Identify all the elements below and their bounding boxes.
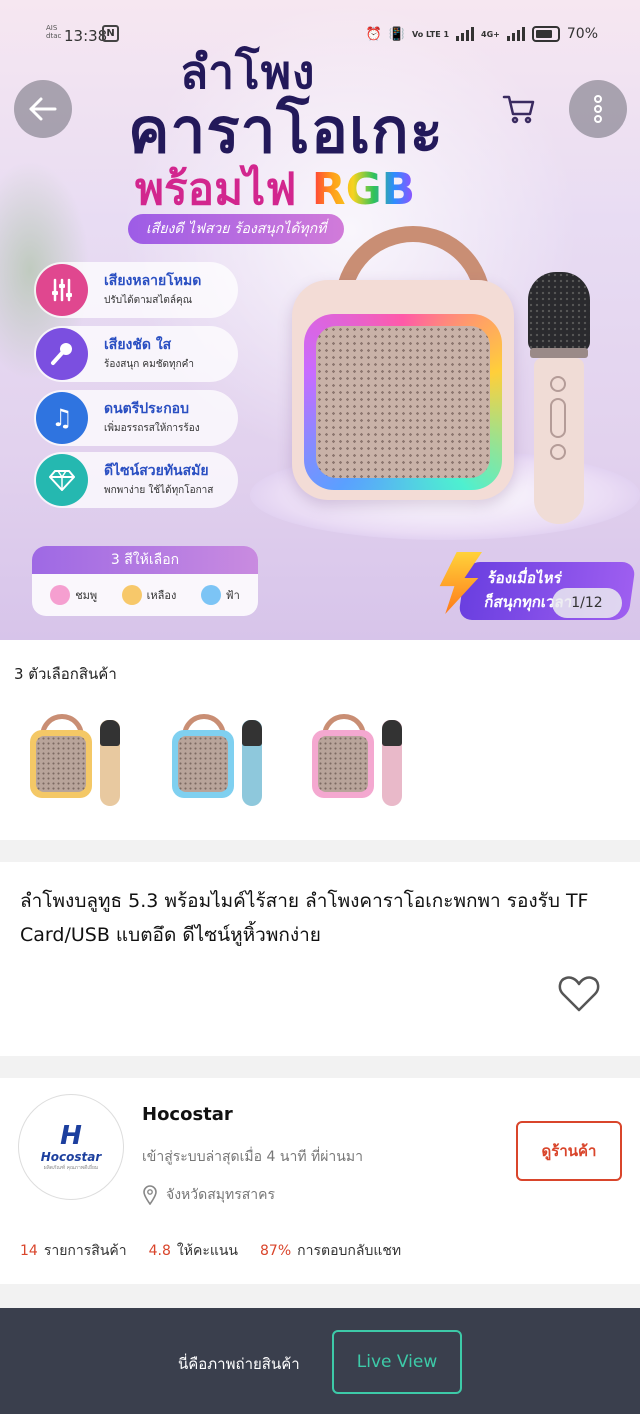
feature-item: เสียงชัด ใส ร้องสนุก คมชัดทุกคำ <box>34 326 238 382</box>
color-swatch <box>200 585 221 605</box>
back-arrow-icon <box>29 97 57 121</box>
diamond-icon <box>36 454 88 506</box>
back-button[interactable] <box>14 80 72 138</box>
shop-stat-value: 4.8 <box>148 1243 171 1259</box>
favorite-button[interactable] <box>558 974 600 1014</box>
feature-item: เสียงหลายโหมด ปรับได้ตามสไตล์คุณ <box>34 262 238 318</box>
promo-line1: ร้องเมื่อไหร่ <box>486 569 563 587</box>
live-view-button[interactable]: Live View <box>332 1330 462 1394</box>
shop-logo-subtext: ผลิตภัณฑ์ คุณภาพดีเยี่ยม <box>43 1165 99 1171</box>
signal-icon <box>456 27 475 41</box>
heart-icon <box>558 976 600 1012</box>
feature-subtitle: ร้องสนุก คมชัดทุกคำ <box>104 359 194 370</box>
variant-speaker <box>312 730 374 798</box>
color-option: ฟ้า <box>200 585 240 605</box>
variant-thumbnail-blue[interactable] <box>166 710 276 820</box>
feature-title: เสียงชัด ใส <box>104 337 172 353</box>
battery-percent: 70% <box>566 26 598 42</box>
equalizer-icon <box>36 264 88 316</box>
variant-mic <box>382 720 402 806</box>
shop-logo[interactable]: H Hocostar ผลิตภัณฑ์ คุณภาพดีเยี่ยม <box>18 1094 124 1200</box>
hero-title-prefix: พร้อมไฟ <box>135 164 297 215</box>
color-swatch <box>121 585 142 605</box>
feature-title: เสียงหลายโหมด <box>104 273 202 289</box>
variant-thumbnail-pink[interactable] <box>306 710 416 820</box>
network-label: 4G+ <box>481 29 500 39</box>
feature-subtitle: เพิ่มอรรถรสให้การร้อง <box>104 423 200 434</box>
variant-speaker <box>172 730 234 798</box>
battery-icon <box>531 26 560 42</box>
feature-item: ดีไซน์สวยทันสมัย พกพาง่าย ใช้ได้ทุกโอกาส <box>34 452 238 508</box>
feature-item: ♫ ดนตรีประกอบ เพิ่มอรรถรสให้การร้อง <box>34 390 238 446</box>
carrier-label: AIS dtac <box>46 24 62 40</box>
product-title-section: ลำโพงบลูทูธ 5.3 พร้อมไมค์ไร้สาย ลำโพงคาร… <box>0 862 640 1056</box>
color-options-box: 3 สีให้เลือก ชมพู เหลือง ฟ้า <box>32 546 258 616</box>
shop-section: H Hocostar ผลิตภัณฑ์ คุณภาพดีเยี่ยม Hoco… <box>0 1078 640 1284</box>
more-options-button[interactable] <box>569 80 627 138</box>
status-bar: AIS dtac 13:38 N ⏰ 📳 Vo LTE 1 4G+ 70% <box>0 22 640 52</box>
variant-section: 3 ตัวเลือกสินค้า <box>0 640 640 840</box>
signal-icon-2 <box>506 27 525 41</box>
product-image-carousel[interactable]: AIS dtac 13:38 N ⏰ 📳 Vo LTE 1 4G+ 70% ลำ… <box>0 0 640 640</box>
image-counter: 1/12 <box>552 588 622 618</box>
more-vertical-icon <box>594 95 602 123</box>
microphone-icon <box>36 328 88 380</box>
feature-subtitle: ปรับได้ตามสไตล์คุณ <box>104 295 193 306</box>
shop-stat: 87% การตอบกลับแชท <box>260 1240 401 1262</box>
visit-shop-button[interactable]: ดูร้านค้า <box>516 1121 622 1181</box>
shop-stat-value: 14 <box>20 1243 38 1259</box>
nfc-icon: N <box>102 25 119 42</box>
rgb-light-ring <box>304 314 502 490</box>
shop-name[interactable]: Hocostar <box>142 1104 233 1125</box>
speaker-illustration <box>292 280 514 500</box>
cart-icon <box>502 95 535 124</box>
shop-location: จังหวัดสมุทรสาคร <box>142 1184 275 1206</box>
vibrate-icon: 📳 <box>388 26 405 42</box>
shop-stats: 14 รายการสินค้า 4.8 ให้คะแนน 87% การตอบกลับ… <box>20 1240 401 1262</box>
variant-speaker <box>30 730 92 798</box>
color-option-label: ชมพู <box>75 589 98 602</box>
hero-title-rgb: RGB <box>311 164 416 215</box>
color-option-label: ฟ้า <box>225 589 240 602</box>
volte-label: Vo LTE 1 <box>411 29 450 39</box>
feature-title: ดนตรีประกอบ <box>104 401 189 417</box>
feature-title: ดีไซน์สวยทันสมัย <box>104 463 209 479</box>
color-options-title: 3 สีให้เลือก <box>32 546 258 574</box>
shop-logo-mark: H <box>60 1121 82 1151</box>
variant-mic <box>242 720 262 806</box>
variant-count-label: 3 ตัวเลือกสินค้า <box>14 665 117 683</box>
color-swatch <box>50 585 71 605</box>
feature-subtitle: พกพาง่าย ใช้ได้ทุกโอกาส <box>104 485 214 496</box>
shop-stat-label: ให้คะแนน <box>176 1243 239 1259</box>
hero-tagline: เสียงดี ไฟสวย ร้องสนุกได้ทุกที่ <box>128 214 345 244</box>
variant-mic <box>100 720 120 806</box>
speaker-grille <box>316 326 490 478</box>
status-time: 13:38 <box>64 27 108 45</box>
shop-location-text: จังหวัดสมุทรสาคร <box>166 1187 276 1203</box>
bottom-bar-text: นี่คือภาพถ่ายสินค้า <box>178 1355 300 1373</box>
shop-logo-name: Hocostar <box>40 1150 102 1164</box>
color-option: ชมพู <box>50 585 97 605</box>
shop-stat-label: รายการสินค้า <box>43 1243 127 1259</box>
music-note-icon: ♫ <box>36 392 88 444</box>
shop-stat: 4.8 ให้คะแนน <box>149 1240 238 1262</box>
cart-button[interactable] <box>490 80 548 138</box>
microphone-illustration <box>528 272 590 524</box>
shop-stat-label: การตอบกลับแชท <box>297 1243 402 1259</box>
shop-stat-value: 87% <box>260 1243 292 1259</box>
color-option: เหลือง <box>121 585 177 605</box>
alarm-icon: ⏰ <box>365 26 382 42</box>
color-option-label: เหลือง <box>146 589 177 602</box>
location-pin-icon <box>143 1185 157 1205</box>
bottom-action-bar: นี่คือภาพถ่ายสินค้า Live View <box>0 1308 640 1414</box>
shop-stat: 14 รายการสินค้า <box>20 1240 127 1262</box>
variant-thumbnail-yellow[interactable] <box>24 710 134 820</box>
product-title: ลำโพงบลูทูธ 5.3 พร้อมไมค์ไร้สาย ลำโพงคาร… <box>20 890 589 946</box>
shop-last-seen: เข้าสู่ระบบล่าสุดเมื่อ 4 นาที ที่ผ่านมา <box>142 1149 363 1165</box>
